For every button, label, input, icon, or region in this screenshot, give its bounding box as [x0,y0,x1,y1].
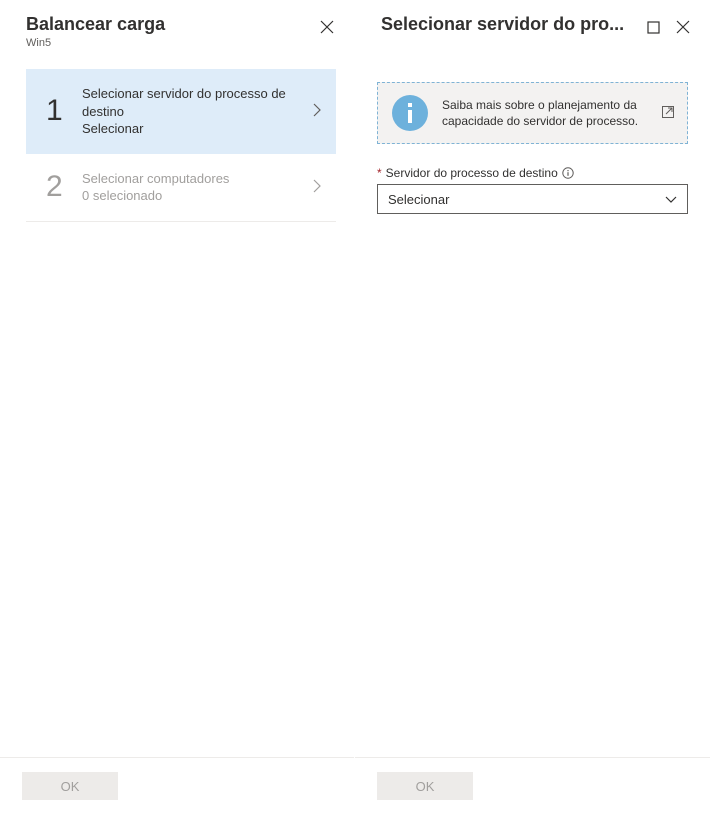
right-header-titles: Selecionar servidor do pro... [381,14,645,35]
step-number: 1 [46,94,82,128]
required-indicator: * [377,166,382,180]
step-subtitle: Selecionar [82,120,306,138]
wizard-steps: 1 Selecionar servidor do processo de des… [0,59,354,222]
ok-button[interactable]: OK [22,772,118,800]
wizard-step-2[interactable]: 2 Selecionar computadores 0 selecionado [26,154,336,221]
select-value: Selecionar [388,192,449,207]
right-panel-title: Selecionar servidor do pro... [381,14,645,35]
field-label: Servidor do processo de destino [386,166,558,180]
maximize-icon [647,21,660,34]
chevron-down-icon [665,192,677,207]
step-subtitle: 0 selecionado [82,187,306,205]
info-icon [390,93,430,133]
select-server-panel: Selecionar servidor do pro... Saiba mais… [355,0,710,814]
divider [26,221,336,222]
maximize-button[interactable] [645,19,662,36]
info-callout-text: Saiba mais sobre o planejamento da capac… [442,97,649,129]
target-server-select[interactable]: Selecionar [377,184,688,214]
load-balance-panel: Balancear carga Win5 1 Selecionar servid… [0,0,355,814]
right-panel-header: Selecionar servidor do pro... [355,0,710,46]
close-button[interactable] [674,18,692,36]
step-title: Selecionar servidor do processo de desti… [82,85,306,120]
step-texts: Selecionar computadores 0 selecionado [82,170,306,205]
left-panel-title: Balancear carga [26,14,318,35]
close-icon [676,20,690,34]
left-header-actions [318,14,336,36]
right-panel-footer: OK [355,757,710,814]
chevron-right-icon [312,102,322,121]
chevron-right-icon [312,178,322,197]
target-server-field: * Servidor do processo de destino Seleci… [377,166,688,214]
left-header-titles: Balancear carga Win5 [26,14,318,49]
field-label-row: * Servidor do processo de destino [377,166,688,180]
step-title: Selecionar computadores [82,170,306,188]
info-icon[interactable] [562,167,574,179]
close-button[interactable] [318,18,336,36]
external-link-icon [661,105,675,122]
left-panel-body: 1 Selecionar servidor do processo de des… [0,59,354,757]
left-panel-header: Balancear carga Win5 [0,0,354,59]
left-panel-footer: OK [0,757,354,814]
left-panel-subtitle: Win5 [26,37,318,49]
close-icon [320,20,334,34]
info-callout[interactable]: Saiba mais sobre o planejamento da capac… [377,82,688,144]
ok-button[interactable]: OK [377,772,473,800]
step-number: 2 [46,170,82,204]
wizard-step-1[interactable]: 1 Selecionar servidor do processo de des… [26,69,336,154]
right-header-actions [645,14,692,36]
step-texts: Selecionar servidor do processo de desti… [82,85,306,138]
right-panel-body: Saiba mais sobre o planejamento da capac… [355,46,710,757]
